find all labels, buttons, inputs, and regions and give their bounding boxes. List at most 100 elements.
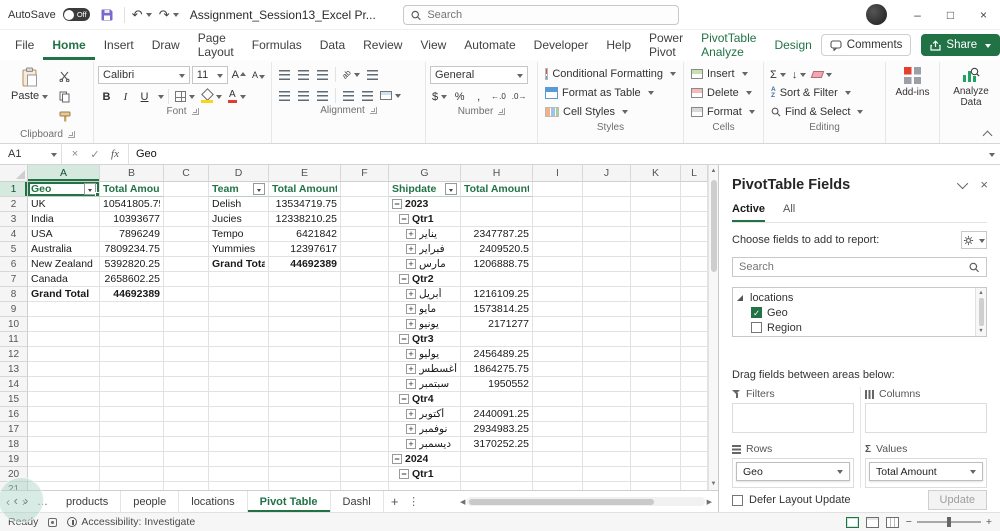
cell-C16[interactable] [164, 407, 209, 422]
cell-H8[interactable]: 1216109.25 [461, 287, 533, 302]
row-header-8[interactable]: 8 [0, 287, 28, 302]
cell-E15[interactable] [269, 392, 341, 407]
cell-I3[interactable] [533, 212, 583, 227]
cell-G16[interactable]: +أكتوبر [389, 407, 461, 422]
cell-H6[interactable]: 1206888.75 [461, 257, 533, 272]
cell-B21[interactable] [100, 482, 164, 490]
cell-C5[interactable] [164, 242, 209, 257]
cell-J12[interactable] [583, 347, 631, 362]
cell-C2[interactable] [164, 197, 209, 212]
cell-B3[interactable]: 10393677 [100, 212, 164, 227]
values-field-chip[interactable]: Total Amount [869, 462, 983, 481]
vertical-scroll-thumb[interactable] [711, 180, 717, 272]
cell-G2[interactable]: −2023 [389, 197, 461, 212]
values-dropzone[interactable]: Total Amount [865, 458, 987, 488]
cell-B20[interactable] [100, 467, 164, 482]
row-header-6[interactable]: 6 [0, 257, 28, 272]
collapse-ribbon-button[interactable] [983, 129, 992, 138]
cell-I8[interactable] [533, 287, 583, 302]
pane-options-icon[interactable] [957, 178, 968, 189]
cell-D15[interactable] [209, 392, 269, 407]
ribbon-tab[interactable]: PivotTable Analyze [692, 30, 765, 60]
horizontal-scroll-thumb[interactable] [469, 499, 654, 505]
cell-I6[interactable] [533, 257, 583, 272]
cell-G14[interactable]: +سبتمبر [389, 377, 461, 392]
cell-L3[interactable] [681, 212, 708, 227]
cell-L9[interactable] [681, 302, 708, 317]
cell-K13[interactable] [631, 362, 681, 377]
cell-B8[interactable]: 44692389 [100, 287, 164, 302]
cell-D4[interactable]: Tempo [209, 227, 269, 242]
cell-L10[interactable] [681, 317, 708, 332]
cell-A5[interactable]: Australia [28, 242, 100, 257]
cell-E7[interactable] [269, 272, 341, 287]
cell-J13[interactable] [583, 362, 631, 377]
cell-B9[interactable] [100, 302, 164, 317]
cell-J21[interactable] [583, 482, 631, 490]
close-button[interactable]: × [967, 0, 1000, 30]
column-header-H[interactable]: H [461, 165, 533, 182]
zoom-slider-thumb[interactable] [947, 517, 951, 527]
conditional-formatting-button[interactable]: Conditional Formatting [542, 64, 679, 83]
cell-C4[interactable] [164, 227, 209, 242]
cell-C18[interactable] [164, 437, 209, 452]
macro-record-icon[interactable] [48, 518, 57, 527]
cell-I20[interactable] [533, 467, 583, 482]
cell-E19[interactable] [269, 452, 341, 467]
cell-H1[interactable]: Total Amount [461, 182, 533, 197]
font-name-select[interactable]: Calibri [98, 66, 190, 84]
cell-J18[interactable] [583, 437, 631, 452]
vertical-scrollbar[interactable]: ▲ ▼ [708, 165, 718, 490]
cell-D12[interactable] [209, 347, 269, 362]
expand-icon[interactable]: + [406, 304, 416, 314]
wrap-text-button[interactable] [364, 66, 381, 83]
cell-I21[interactable] [533, 482, 583, 490]
accounting-format-button[interactable]: $ [430, 88, 449, 105]
cell-C1[interactable] [164, 182, 209, 197]
rows-field-chip[interactable]: Geo [736, 462, 850, 481]
row-header-4[interactable]: 4 [0, 227, 28, 242]
ribbon-tab[interactable]: Draw [143, 30, 189, 60]
new-sheet-button[interactable]: + [384, 491, 406, 512]
column-header-C[interactable]: C [164, 165, 209, 182]
cell-C19[interactable] [164, 452, 209, 467]
cell-A9[interactable] [28, 302, 100, 317]
sheet-tab[interactable]: products [54, 491, 121, 512]
ribbon-tab[interactable]: Page Layout [189, 30, 243, 60]
cell-J3[interactable] [583, 212, 631, 227]
cell-J6[interactable] [583, 257, 631, 272]
cell-L20[interactable] [681, 467, 708, 482]
cell-I18[interactable] [533, 437, 583, 452]
percent-style-button[interactable]: % [451, 88, 468, 105]
column-header-L[interactable]: L [681, 165, 708, 182]
italic-button[interactable]: I [117, 88, 134, 105]
cell-F21[interactable] [341, 482, 389, 490]
cell-D19[interactable] [209, 452, 269, 467]
column-header-J[interactable]: J [583, 165, 631, 182]
sheet-tab[interactable]: Pivot Table [248, 491, 331, 512]
cell-C9[interactable] [164, 302, 209, 317]
column-header-G[interactable]: G [389, 165, 461, 182]
cell-G6[interactable]: +مارس [389, 257, 461, 272]
cell-L5[interactable] [681, 242, 708, 257]
cell-K9[interactable] [631, 302, 681, 317]
cell-F20[interactable] [341, 467, 389, 482]
cell-F16[interactable] [341, 407, 389, 422]
cell-E2[interactable]: 13534719.75 [269, 197, 341, 212]
cell-D3[interactable]: Jucies [209, 212, 269, 227]
tools-button[interactable] [961, 231, 987, 249]
expand-icon[interactable]: + [406, 259, 416, 269]
cell-D10[interactable] [209, 317, 269, 332]
row-header-3[interactable]: 3 [0, 212, 28, 227]
cell-A14[interactable] [28, 377, 100, 392]
cell-E18[interactable] [269, 437, 341, 452]
cell-A10[interactable] [28, 317, 100, 332]
decrease-font-button[interactable]: A [250, 67, 267, 84]
collapse-icon[interactable]: − [399, 214, 409, 224]
page-break-view-button[interactable] [886, 517, 899, 528]
expand-icon[interactable]: + [406, 349, 416, 359]
cell-B19[interactable] [100, 452, 164, 467]
cell-F8[interactable] [341, 287, 389, 302]
cell-G3[interactable]: −Qtr1 [389, 212, 461, 227]
cell-A2[interactable]: UK [28, 197, 100, 212]
